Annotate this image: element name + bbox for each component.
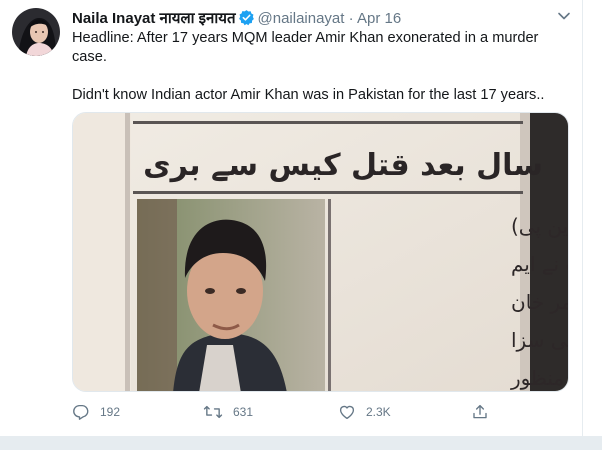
separator-dot: · (348, 10, 354, 27)
retweet-count: 631 (233, 405, 254, 419)
avatar[interactable] (12, 8, 60, 56)
reply-count: 192 (100, 405, 121, 419)
reply-button[interactable]: 192 (72, 401, 120, 423)
tweet-header: Naila Inayat नायला इनायत @nailainayat · A… (72, 9, 552, 31)
retweet-button[interactable]: 631 (203, 401, 253, 423)
like-button[interactable]: 2.3K (338, 401, 391, 423)
urdu-headline: سال بعد قتل کیس سے بری (143, 148, 543, 183)
tweet-card[interactable]: Naila Inayat नायला इनायत @nailainayat · A… (0, 0, 583, 436)
urdu-body-line: سندھ ہائیکورٹ نے ایم (511, 252, 569, 276)
avatar-image (12, 8, 60, 56)
tweet-paragraph: Headline: After 17 years MQM leader Amir… (72, 30, 539, 65)
display-name[interactable]: Naila Inayat नायला इनायत (72, 10, 236, 27)
verified-badge-icon (238, 9, 255, 31)
tweet-text: Headline: After 17 years MQM leader Amir… (72, 29, 562, 105)
user-handle[interactable]: @nailainayat (258, 10, 345, 27)
urdu-body-line: کے خلاف اپیل منظور (510, 366, 569, 391)
timeline-divider (0, 436, 602, 450)
share-button[interactable] (471, 401, 499, 423)
urdu-body-line: کراچی (آئی این پی) (511, 213, 569, 239)
tweet-date[interactable]: Apr 16 (357, 10, 401, 27)
tweet-actions: 192 631 2.3K (72, 401, 532, 423)
tweet-paragraph: Didn't know Indian actor Amir Khan was i… (72, 87, 545, 103)
urdu-body-line: کیو ایم رہنما عامر خان (511, 290, 569, 314)
chevron-down-icon[interactable] (557, 9, 571, 23)
share-icon (473, 404, 487, 419)
tweet-photo[interactable]: سال بعد قتل کیس سے بری کراچی (آئی این پی… (72, 112, 569, 392)
urdu-body-line: سمیت دو ملزمان کی سزا (511, 328, 569, 352)
newspaper-clipping-image: سال بعد قتل کیس سے بری کراچی (آئی این پی… (73, 113, 569, 391)
retweet-icon (203, 405, 223, 419)
like-count: 2.3K (366, 405, 391, 419)
heart-icon (339, 405, 355, 420)
reply-icon (73, 404, 89, 420)
